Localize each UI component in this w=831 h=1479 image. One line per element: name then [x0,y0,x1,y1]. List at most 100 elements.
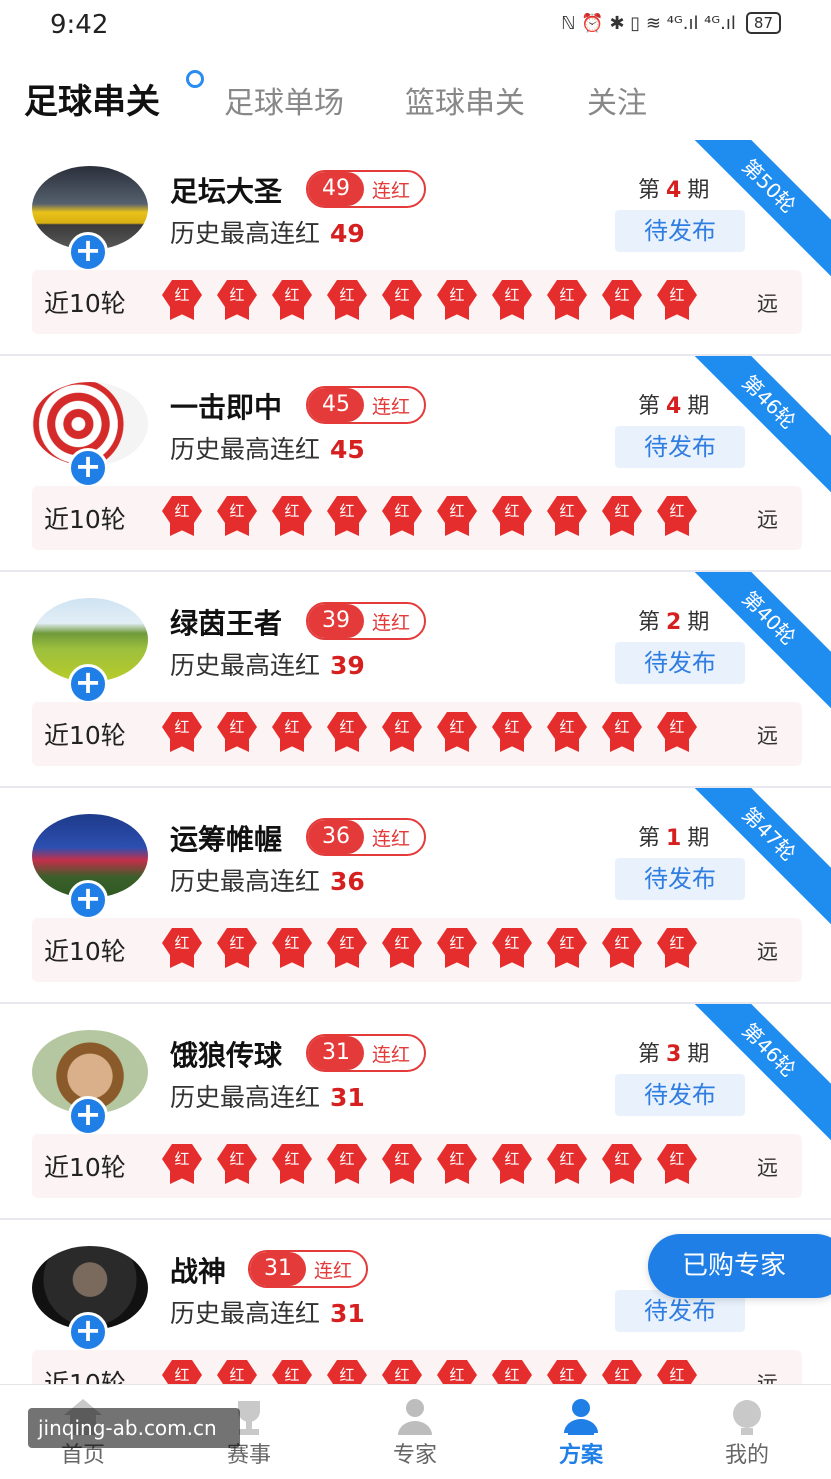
badge-text: 红 [657,712,697,742]
recent-results: 近10轮 红红红红红红红红红红 远 [32,270,802,334]
badge-text: 红 [382,496,422,526]
recent-result-badge: 红 [602,496,642,538]
expert-card[interactable]: + 一击即中 45 连红 历史最高连红 45 第4期 待发布 第46轮 近10轮 … [0,356,831,572]
pending-publish-button[interactable]: 待发布 [615,858,745,900]
recent-result-badge: 红 [272,1144,312,1186]
expert-card[interactable]: + 运筹帷幄 36 连红 历史最高连红 36 第1期 待发布 第47轮 近10轮 … [0,788,831,1004]
follow-plus-icon[interactable]: + [68,1312,108,1352]
bottom-nav-item[interactable]: 专家 [332,1385,498,1479]
profile-icon [726,1397,768,1437]
badge-ribbon-icon [280,522,304,536]
badge-ribbon-icon [665,738,689,752]
badge-ribbon-icon [445,1170,469,1184]
follow-plus-icon[interactable]: + [68,448,108,488]
pending-publish-button[interactable]: 待发布 [615,426,745,468]
recent-result-badge: 红 [217,496,257,538]
badge-ribbon-icon [390,306,414,320]
badge-text: 红 [217,1144,257,1174]
recent-result-badge: 红 [492,928,532,970]
badge-text: 红 [162,928,202,958]
history-best-value: 39 [330,651,365,680]
recent-result-badge: 红 [162,1144,202,1186]
recent-badges: 红红红红红红红红红红 [162,1144,697,1186]
streak-badge: 45 连红 [306,386,427,424]
period-suffix: 期 [687,1042,710,1067]
expert-icon [394,1397,436,1437]
far-label: 远 [757,724,778,748]
follow-plus-icon[interactable]: + [68,232,108,272]
badge-text: 红 [547,280,587,310]
pending-publish-button[interactable]: 待发布 [615,210,745,252]
streak-badge: 36 连红 [306,818,427,856]
recent-result-badge: 红 [657,1144,697,1186]
badge-ribbon-icon [500,738,524,752]
recent-label: 近10轮 [44,505,126,534]
recent-result-badge: 红 [602,928,642,970]
badge-ribbon-icon [170,306,194,320]
badge-text: 红 [162,1144,202,1174]
badge-ribbon-icon [500,306,524,320]
badge-ribbon-icon [335,522,359,536]
badge-ribbon-icon [280,306,304,320]
expert-card[interactable]: + 绿茵王者 39 连红 历史最高连红 39 第2期 待发布 第40轮 近10轮 … [0,572,831,788]
tab-football-single[interactable]: 足球单场 [224,78,344,122]
bottom-nav-label: 我的 [724,1443,769,1468]
recent-result-badge: 红 [657,928,697,970]
tab-follow[interactable]: 关注 [587,78,647,122]
history-best: 历史最高连红 39 [170,646,365,682]
streak-count: 45 [308,388,364,422]
pending-publish-button[interactable]: 待发布 [615,1074,745,1116]
badge-text: 红 [547,928,587,958]
expert-card[interactable]: + 足坛大圣 49 连红 历史最高连红 49 第4期 待发布 第50轮 近10轮 … [0,140,831,356]
period-number: 4 [666,178,682,203]
category-tabs: 足球串关 足球单场 篮球串关 关注 [0,70,831,134]
badge-ribbon-icon [390,738,414,752]
badge-text: 红 [217,496,257,526]
badge-ribbon-icon [610,522,634,536]
purchased-experts-button[interactable]: 已购专家 [648,1234,831,1298]
recent-result-badge: 红 [492,712,532,754]
follow-plus-icon[interactable]: + [68,880,108,920]
tab-basketball-parlay[interactable]: 篮球串关 [405,78,525,122]
streak-count: 39 [308,604,364,638]
badge-text: 红 [437,1144,477,1174]
recent-result-badge: 红 [217,1144,257,1186]
bottom-nav-item[interactable]: 方案 [498,1385,664,1479]
recent-badges: 红红红红红红红红红红 [162,280,697,322]
follow-plus-icon[interactable]: + [68,1096,108,1136]
bottom-nav-item[interactable]: 我的 [664,1385,830,1479]
badge-ribbon-icon [170,1170,194,1184]
far-label: 远 [757,508,778,532]
recent-result-badge: 红 [327,928,367,970]
recent-results: 近10轮 红红红红红红红红红红 远 [32,918,802,982]
badge-text: 红 [602,1144,642,1174]
recent-badges: 红红红红红红红红红红 [162,928,697,970]
recent-result-badge: 红 [272,712,312,754]
follow-plus-icon[interactable]: + [68,664,108,704]
badge-ribbon-icon [170,954,194,968]
badge-text: 红 [657,280,697,310]
recent-result-badge: 红 [272,496,312,538]
recent-result-badge: 红 [547,928,587,970]
recent-result-badge: 红 [547,496,587,538]
tab-football-parlay[interactable]: 足球串关 [24,74,160,123]
pending-publish-button[interactable]: 待发布 [615,642,745,684]
history-label: 历史最高连红 [170,651,321,680]
period-number: 1 [666,826,682,851]
streak-count: 31 [308,1036,364,1070]
badge-text: 红 [382,280,422,310]
badge-ribbon-icon [555,306,579,320]
recent-result-badge: 红 [602,1144,642,1186]
history-best-value: 45 [330,435,365,464]
period-info: 第4期 [638,388,709,420]
expert-name: 一击即中 [170,391,283,424]
recent-result-badge: 红 [437,1144,477,1186]
badge-ribbon-icon [445,738,469,752]
expert-card[interactable]: + 饿狼传球 31 连红 历史最高连红 31 第3期 待发布 第46轮 近10轮 … [0,1004,831,1220]
recent-badges: 红红红红红红红红红红 [162,712,697,754]
period-prefix: 第 [638,610,661,635]
period-info: 第2期 [638,604,709,636]
badge-text: 红 [657,496,697,526]
recent-result-badge: 红 [217,928,257,970]
badge-text: 红 [547,1144,587,1174]
